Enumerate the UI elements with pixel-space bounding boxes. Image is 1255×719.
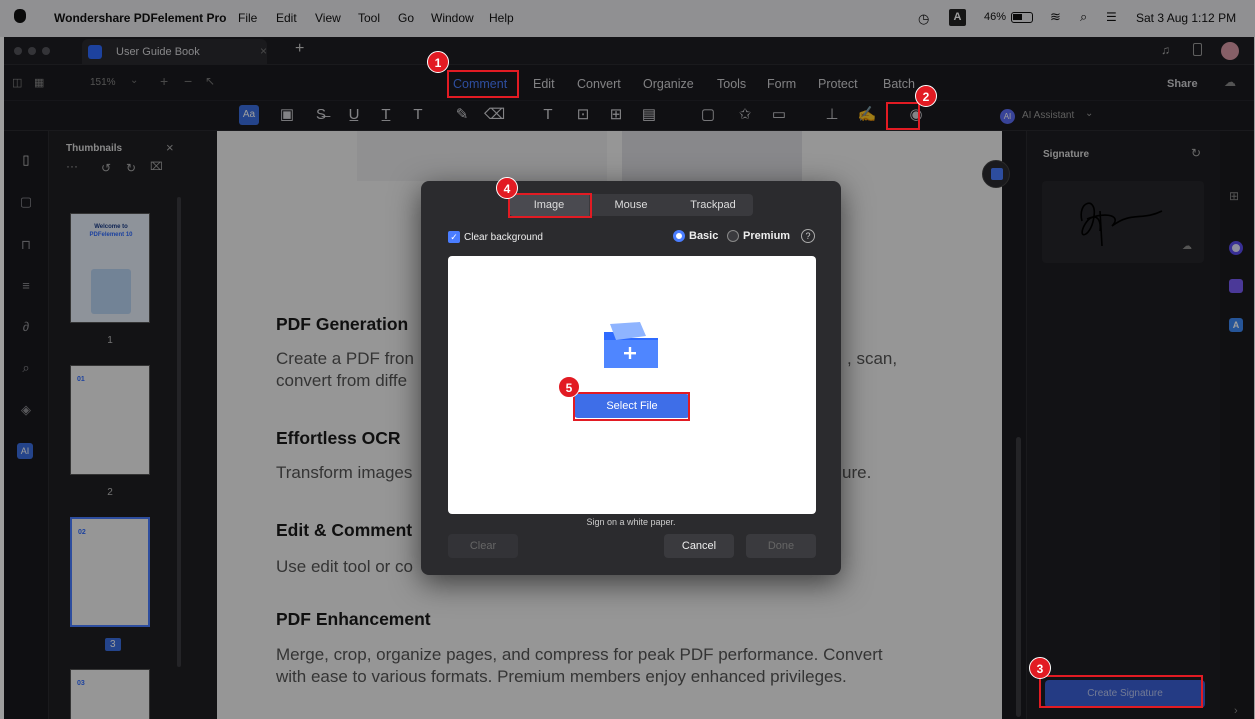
callout-badge: 4 — [496, 177, 518, 199]
image-drop-zone[interactable]: Select File — [448, 256, 816, 514]
clear-background-label: Clear background — [464, 232, 543, 243]
hint-text: Sign on a white paper. — [586, 517, 676, 527]
callout-badge: 1 — [427, 51, 449, 73]
callout-box-comment — [447, 70, 519, 98]
premium-label: Premium — [743, 230, 791, 242]
callout-badge: 2 — [915, 85, 937, 107]
create-signature-dialog: Image Mouse Trackpad ✓ Clear background … — [421, 181, 841, 575]
callout-box-signature-tool — [886, 102, 920, 130]
callout-box-image-tab — [508, 193, 592, 218]
tab-trackpad[interactable]: Trackpad — [673, 194, 753, 216]
callout-box-create-signature — [1039, 675, 1203, 708]
premium-radio[interactable] — [727, 230, 739, 242]
done-button[interactable]: Done — [746, 534, 816, 558]
basic-label: Basic — [689, 230, 719, 242]
basic-radio[interactable] — [673, 230, 685, 242]
clear-button[interactable]: Clear — [448, 534, 518, 558]
callout-badge: 3 — [1029, 657, 1051, 679]
folder-add-icon — [604, 322, 658, 368]
callout-badge: 5 — [558, 376, 580, 398]
clear-background-checkbox[interactable]: ✓ — [448, 231, 460, 243]
tab-mouse[interactable]: Mouse — [589, 194, 673, 216]
help-icon[interactable]: ? — [801, 229, 815, 243]
cancel-button[interactable]: Cancel — [664, 534, 734, 558]
callout-box-select-file — [573, 392, 690, 421]
